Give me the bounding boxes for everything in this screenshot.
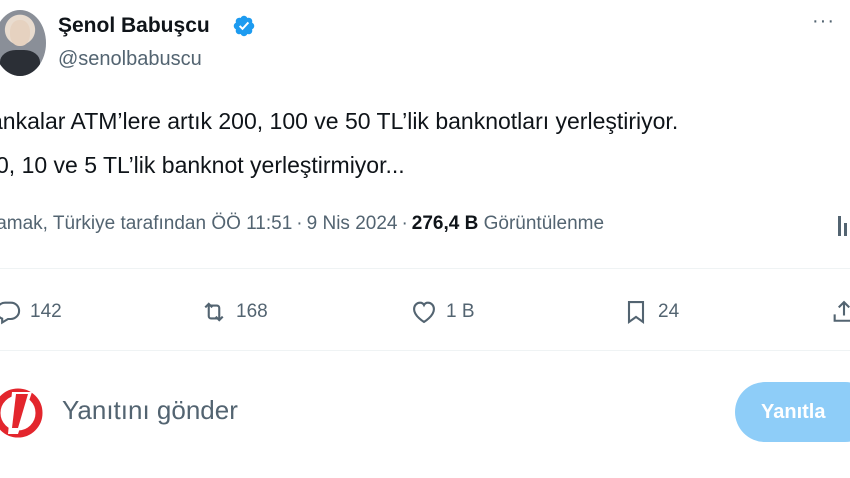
divider-top bbox=[0, 268, 850, 269]
share-icon bbox=[833, 300, 850, 322]
verified-icon bbox=[233, 15, 255, 37]
repost-action[interactable]: 168 bbox=[200, 294, 268, 330]
tweet-text-line-1: ankalar ATM’lere artık 200, 100 ve 50 TL… bbox=[0, 108, 679, 134]
tweet-date[interactable]: 9 Nis 2024 bbox=[307, 213, 398, 234]
tweet-meta: lamak, Türkiye tarafından ÖÖ 11:51 · 9 Nis… bbox=[0, 213, 604, 235]
author-handle[interactable]: @senolbabuscu bbox=[58, 48, 202, 71]
like-action[interactable]: 1 B bbox=[410, 294, 475, 330]
reply-count: 142 bbox=[30, 301, 62, 322]
avatar-suit bbox=[0, 50, 40, 76]
reply-button[interactable]: Yanıtla bbox=[735, 382, 850, 442]
brand-logo bbox=[0, 388, 43, 438]
reply-action[interactable]: 142 bbox=[0, 294, 62, 330]
translated-by: lamak, Türkiye tarafından bbox=[0, 213, 207, 234]
meta-separator: · bbox=[401, 213, 408, 234]
reply-input[interactable]: Yanıtını gönder bbox=[62, 395, 238, 426]
tweet-text-line-2: 0, 10 ve 5 TL’lik banknot yerleştirmiyor… bbox=[0, 152, 405, 178]
like-count: 1 B bbox=[446, 301, 475, 322]
bookmark-action[interactable]: 24 bbox=[622, 294, 679, 330]
bookmark-icon bbox=[627, 301, 645, 324]
repost-count: 168 bbox=[236, 301, 268, 322]
avatar[interactable] bbox=[0, 10, 46, 76]
views-label: Görüntülenme bbox=[483, 213, 605, 234]
repost-icon bbox=[204, 302, 224, 322]
bookmark-count: 24 bbox=[658, 301, 680, 322]
avatar-face bbox=[10, 20, 30, 46]
meta-separator: · bbox=[296, 213, 303, 234]
share-action[interactable] bbox=[830, 294, 850, 330]
divider-bottom bbox=[0, 350, 850, 351]
analytics-icon[interactable] bbox=[836, 213, 850, 239]
views-count: 276,4 B bbox=[411, 213, 479, 234]
tweet-time[interactable]: ÖÖ 11:51 bbox=[211, 213, 292, 234]
more-icon[interactable]: ··· bbox=[812, 10, 835, 33]
reply-icon bbox=[0, 301, 21, 325]
author-display-name[interactable]: Şenol Babuşcu bbox=[58, 14, 210, 38]
like-icon bbox=[413, 301, 435, 324]
